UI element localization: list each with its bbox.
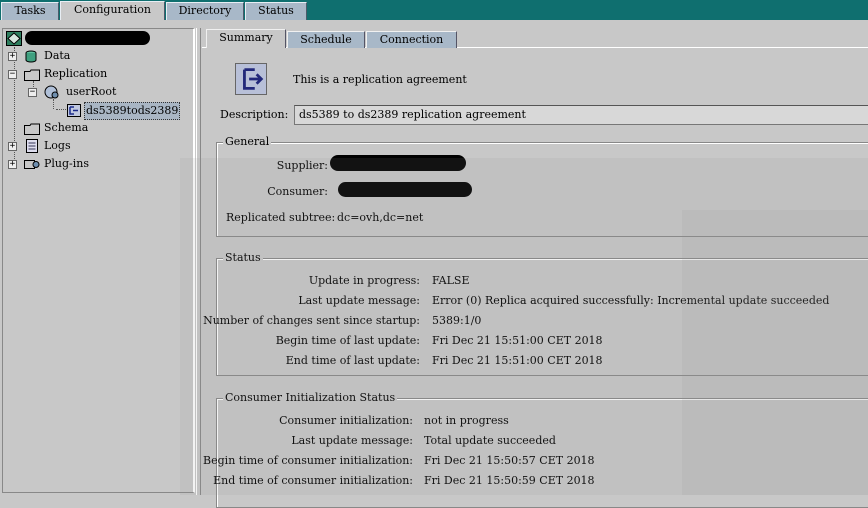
begin-last-update-label: Begin time of last update: (275, 334, 420, 347)
tab-directory[interactable]: Directory (166, 2, 244, 20)
general-group-title: General (223, 135, 272, 149)
expand-icon[interactable]: + (8, 160, 17, 169)
consumer-init-label: Consumer initialization: (279, 414, 413, 427)
description-label: Description: (220, 108, 289, 121)
expand-icon[interactable]: + (8, 52, 17, 61)
expand-icon[interactable]: + (8, 142, 17, 151)
tab-status-label: Status (258, 4, 294, 17)
server-group-icon (6, 31, 22, 46)
begin-last-update-value: Fri Dec 21 15:51:00 CET 2018 (432, 334, 603, 347)
tree-connector (56, 109, 66, 110)
tab-summary[interactable]: Summary (206, 29, 286, 48)
folder-icon (24, 123, 40, 135)
replicated-subtree-value: dc=ovh,dc=net (337, 211, 424, 224)
tab-configuration[interactable]: Configuration (60, 1, 165, 20)
replication-agreement-icon (235, 63, 267, 95)
consumer-end-time-value: Fri Dec 21 15:50:59 CET 2018 (424, 474, 595, 487)
consumer-begin-time-label: Begin time of consumer initialization: (203, 454, 413, 467)
tab-connection[interactable]: Connection (366, 31, 457, 48)
tab-schedule-label: Schedule (300, 33, 352, 46)
changes-sent-value: 5389:1/0 (432, 314, 482, 327)
consumer-end-time-label: End time of consumer initialization: (213, 474, 413, 487)
tab-connection-label: Connection (379, 33, 444, 46)
redaction-mark (338, 182, 472, 197)
tree-connector (53, 99, 54, 109)
redaction-mark (25, 31, 150, 45)
consumer-begin-time-value: Fri Dec 21 15:50:57 CET 2018 (424, 454, 595, 467)
plugins-icon (24, 160, 40, 169)
end-last-update-label: End time of last update: (285, 354, 420, 367)
changes-sent-label: Number of changes sent since startup: (203, 314, 420, 327)
status-group: Status Update in progress: FALSE Last up… (203, 251, 868, 376)
end-last-update-value: Fri Dec 21 15:51:00 CET 2018 (432, 354, 603, 367)
collapse-icon[interactable]: − (8, 70, 17, 79)
description-value: ds5389 to ds2389 replication agreement (299, 108, 526, 121)
general-group: General Supplier: Consumer: Replicated s… (216, 135, 868, 237)
consumer-last-update-message-label: Last update message: (291, 434, 413, 447)
tree-item-logs-label: Logs (44, 139, 71, 152)
tree-item-plugins-label: Plug-ins (44, 157, 90, 170)
consumer-last-update-message-value: Total update succeeded (424, 434, 556, 447)
update-in-progress-value: FALSE (432, 274, 470, 287)
tree-item-data-label: Data (44, 49, 71, 62)
collapse-icon[interactable]: − (28, 88, 37, 97)
supplier-label: Supplier: (276, 159, 328, 172)
detail-panel: Summary Schedule Connection This is a re… (202, 28, 868, 508)
logs-icon (26, 139, 38, 153)
consumer-init-group-title: Consumer Initialization Status (223, 391, 398, 405)
last-update-message-label: Last update message: (298, 294, 420, 307)
tab-status[interactable]: Status (245, 2, 307, 20)
tab-configuration-label: Configuration (73, 3, 152, 16)
tab-directory-label: Directory (178, 4, 232, 17)
folder-icon (24, 69, 40, 81)
agreement-icon (67, 104, 81, 117)
redaction-mark (330, 155, 466, 171)
tab-summary-label: Summary (219, 31, 273, 44)
panel-splitter[interactable] (196, 28, 201, 495)
status-group-title: Status (223, 251, 263, 265)
tree-item-schema-label: Schema (44, 121, 89, 134)
tree-item-replication-label: Replication (44, 67, 108, 80)
last-update-message-value: Error (0) Replica acquired successfully:… (432, 294, 830, 307)
tab-tasks[interactable]: Tasks (1, 2, 59, 20)
description-field[interactable]: ds5389 to ds2389 replication agreement (294, 105, 868, 125)
tree-item-agreement-label: ds5389tods2389 (84, 102, 181, 120)
consumer-init-value: not in progress (424, 414, 509, 427)
consumer-label: Consumer: (267, 185, 328, 198)
tree-item-userroot-label: userRoot (66, 85, 117, 98)
update-in-progress-label: Update in progress: (308, 274, 420, 287)
agreement-intro-text: This is a replication agreement (293, 73, 467, 86)
consumer-init-group: Consumer Initialization Status Consumer … (203, 391, 868, 508)
database-icon (25, 50, 37, 63)
tab-tasks-label: Tasks (14, 4, 46, 17)
replica-icon (44, 85, 59, 99)
replicated-subtree-label: Replicated subtree: (226, 211, 336, 224)
tab-schedule[interactable]: Schedule (287, 31, 365, 48)
config-tree[interactable]: + Data − Replication − userRoot ds5389to… (2, 28, 195, 493)
